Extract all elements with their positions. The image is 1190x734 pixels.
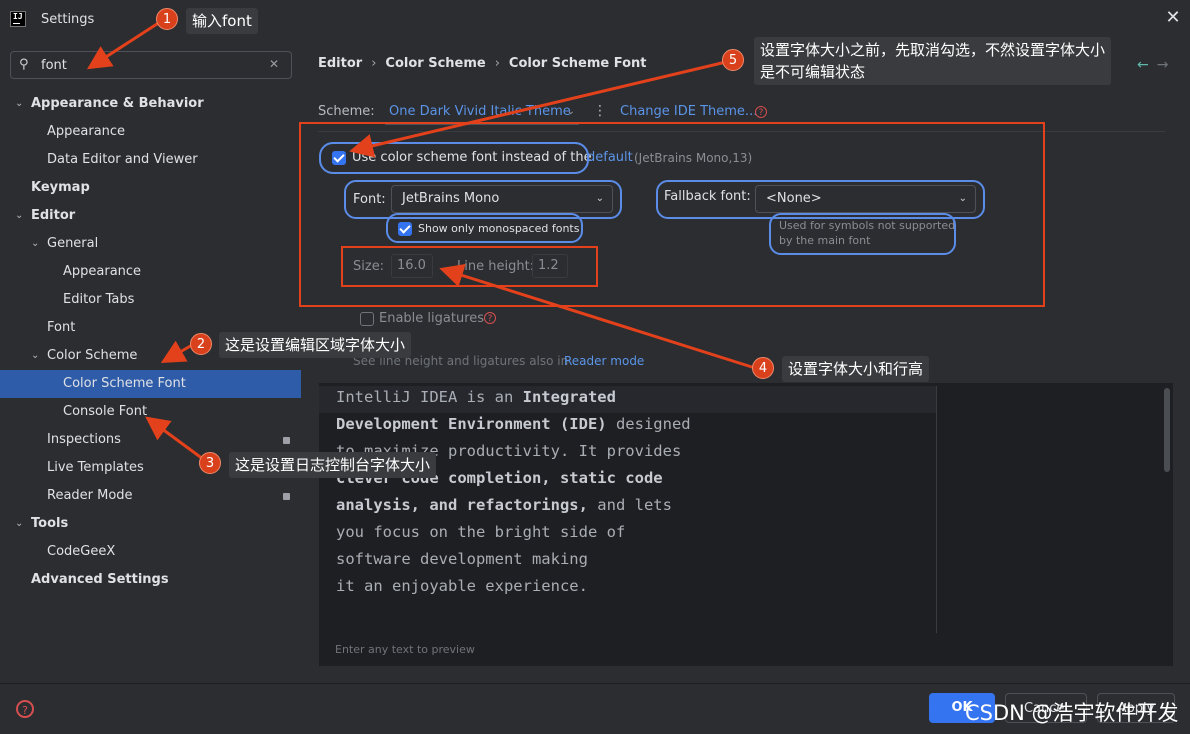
annotation-callout-4: 设置字体大小和行高 bbox=[782, 356, 930, 382]
annotation-marker-5: 5 bbox=[722, 49, 744, 71]
annotation-callout-3: 这是设置日志控制台字体大小 bbox=[229, 452, 437, 478]
annotation-callout-2: 这是设置编辑区域字体大小 bbox=[219, 332, 412, 358]
annotation-marker-1: 1 bbox=[156, 8, 178, 30]
annotation-callout-5: 设置字体大小之前，先取消勾选，不然设置字体大小 是不可编辑状态 bbox=[754, 37, 1112, 85]
settings-window: IJ Settings ✕ ⚲ ✕ ⌄ Appearance & Behavio… bbox=[0, 0, 1190, 734]
annotation-marker-4: 4 bbox=[752, 357, 774, 379]
arrow-1 bbox=[86, 20, 161, 70]
annotation-callout-5-line2: 是不可编辑状态 bbox=[760, 63, 866, 81]
annotation-marker-3: 3 bbox=[199, 452, 221, 474]
annotation-marker-2: 2 bbox=[190, 333, 212, 355]
annotation-callout-5-line1: 设置字体大小之前，先取消勾选，不然设置字体大小 bbox=[760, 41, 1106, 59]
arrow-5 bbox=[349, 60, 727, 158]
arrow-4 bbox=[439, 263, 756, 370]
annotation-callout-1: 输入font bbox=[186, 8, 258, 34]
arrow-3 bbox=[145, 416, 204, 461]
annotation-arrows bbox=[86, 20, 756, 461]
